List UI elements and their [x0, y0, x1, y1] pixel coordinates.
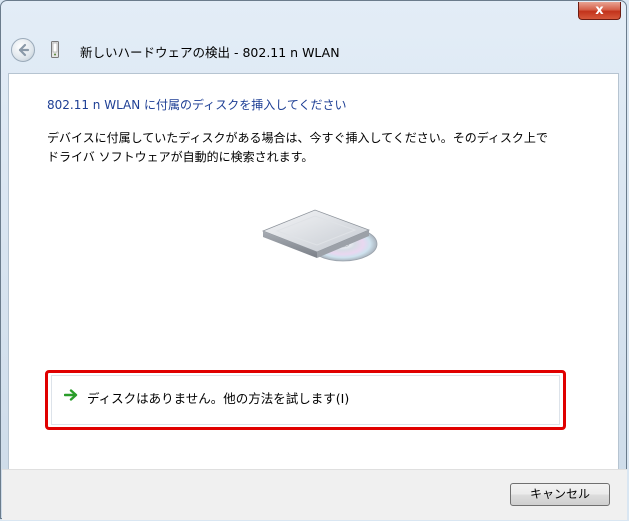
cancel-button[interactable]: キャンセル	[510, 483, 610, 506]
close-button[interactable]: x	[578, 2, 621, 20]
window-title: 新しいハードウェアの検出 - 802.11 n WLAN	[80, 45, 340, 60]
no-disc-option-link[interactable]: ディスクはありません。他の方法を試します(I)	[45, 370, 566, 430]
navigation-bar: 新しいハードウェアの検出 - 802.11 n WLAN	[2, 27, 627, 73]
back-arrow-icon	[18, 43, 30, 57]
back-button[interactable]	[11, 38, 35, 62]
description-line-2: ドライバ ソフトウェアが自動的に検索されます。	[47, 150, 314, 164]
green-arrow-icon	[64, 389, 78, 401]
disc-drive-illustration	[261, 209, 378, 262]
wizard-window: x 新しいハードウェアの検出 - 802.11 n WLAN 802.11 n …	[0, 0, 627, 520]
button-bar: キャンセル	[2, 469, 627, 520]
page-heading: 802.11 n WLAN に付属のディスクを挿入してください	[47, 98, 347, 112]
content-panel: 802.11 n WLAN に付属のディスクを挿入してください デバイスに付属し…	[8, 73, 619, 469]
no-disc-option-label: ディスクはありません。他の方法を試します(I)	[87, 391, 350, 406]
close-icon: x	[595, 3, 604, 18]
device-icon	[51, 41, 59, 58]
description-line-1: デバイスに付属していたディスクがある場合は、今すぐ挿入してください。そのディスク…	[47, 131, 548, 145]
description-text: デバイスに付属していたディスクがある場合は、今すぐ挿入してください。そのディスク…	[47, 129, 587, 167]
option-inner: ディスクはありません。他の方法を試します(I)	[51, 375, 560, 425]
